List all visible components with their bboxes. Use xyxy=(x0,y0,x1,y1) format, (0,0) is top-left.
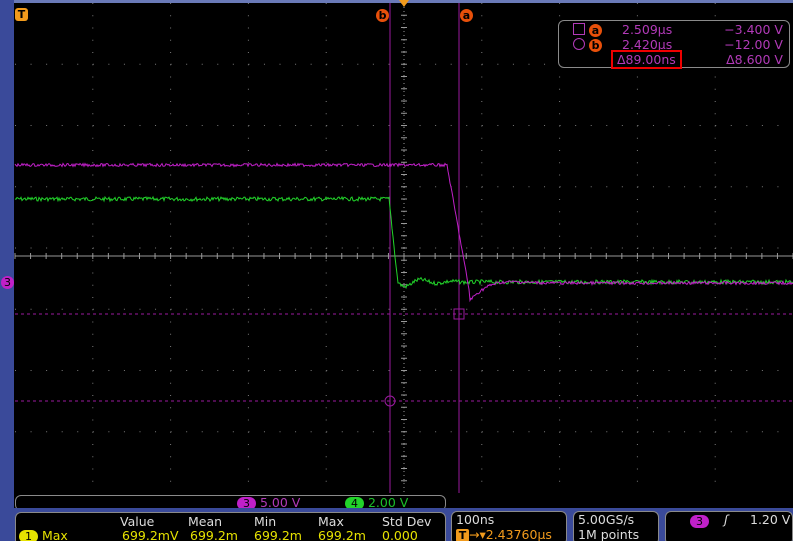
record-length: 1M points xyxy=(578,527,640,541)
horizontal-scale: 100ns xyxy=(456,512,495,527)
header-min: Min xyxy=(254,514,277,529)
ch4-trace xyxy=(14,195,793,289)
trigger-position-marker[interactable]: T xyxy=(15,6,28,21)
cursor-a-volt: −3.400 V xyxy=(724,22,783,37)
cursor-a-badge: a xyxy=(589,22,602,37)
measurement-min: 699.2m xyxy=(254,528,302,541)
oscilloscope-screen: T b a 3 a 2.509µs −3.400 V b 2.420µs −12… xyxy=(0,0,793,541)
acquisition-panel[interactable]: 5.00GS/s 1M points xyxy=(573,511,659,541)
trigger-panel[interactable]: 3 ʃ 1.20 V xyxy=(665,511,793,541)
trigger-source: 3 xyxy=(690,513,709,528)
cursor-b-label[interactable]: b xyxy=(376,7,389,22)
square-icon xyxy=(573,23,585,35)
waveform-display xyxy=(14,0,793,493)
sample-rate: 5.00GS/s xyxy=(578,512,635,527)
header-mean: Mean xyxy=(188,514,223,529)
cursor-readout: a 2.509µs −3.400 V b 2.420µs −12.00 V Δ8… xyxy=(558,20,790,69)
header-std-dev: Std Dev xyxy=(382,514,432,529)
circle-icon xyxy=(573,38,585,50)
horizontal-delay: T →▾2.43760µs xyxy=(456,527,552,541)
measurement-label[interactable]: 1 Max xyxy=(19,528,68,541)
header-value: Value xyxy=(120,514,155,529)
cursor-a-time: 2.509µs xyxy=(622,22,673,37)
measurement-mean: 699.2m xyxy=(190,528,238,541)
cursor-a-label[interactable]: a xyxy=(460,7,473,22)
horizontal-panel[interactable]: 100ns T →▾2.43760µs xyxy=(451,511,567,541)
rising-edge-icon: ʃ xyxy=(724,512,729,527)
cursor-b-volt: −12.00 V xyxy=(724,37,783,52)
measurement-value: 699.2mV xyxy=(122,528,179,541)
cursor-b-badge: b xyxy=(589,37,602,52)
ch3-level-marker[interactable]: 3 xyxy=(1,274,14,289)
trigger-level: 1.20 V xyxy=(750,512,791,527)
measurement-std-dev: 0.000 xyxy=(382,528,418,541)
trigger-time-marker xyxy=(399,0,409,7)
delta-volt: Δ8.600 V xyxy=(726,52,783,67)
measurement-max: 699.2m xyxy=(318,528,366,541)
delta-time: Δ89.00ns xyxy=(611,50,682,69)
header-max: Max xyxy=(318,514,344,529)
measurement-panel: Value Mean Min Max Std Dev 1 Max 699.2mV… xyxy=(15,512,446,541)
